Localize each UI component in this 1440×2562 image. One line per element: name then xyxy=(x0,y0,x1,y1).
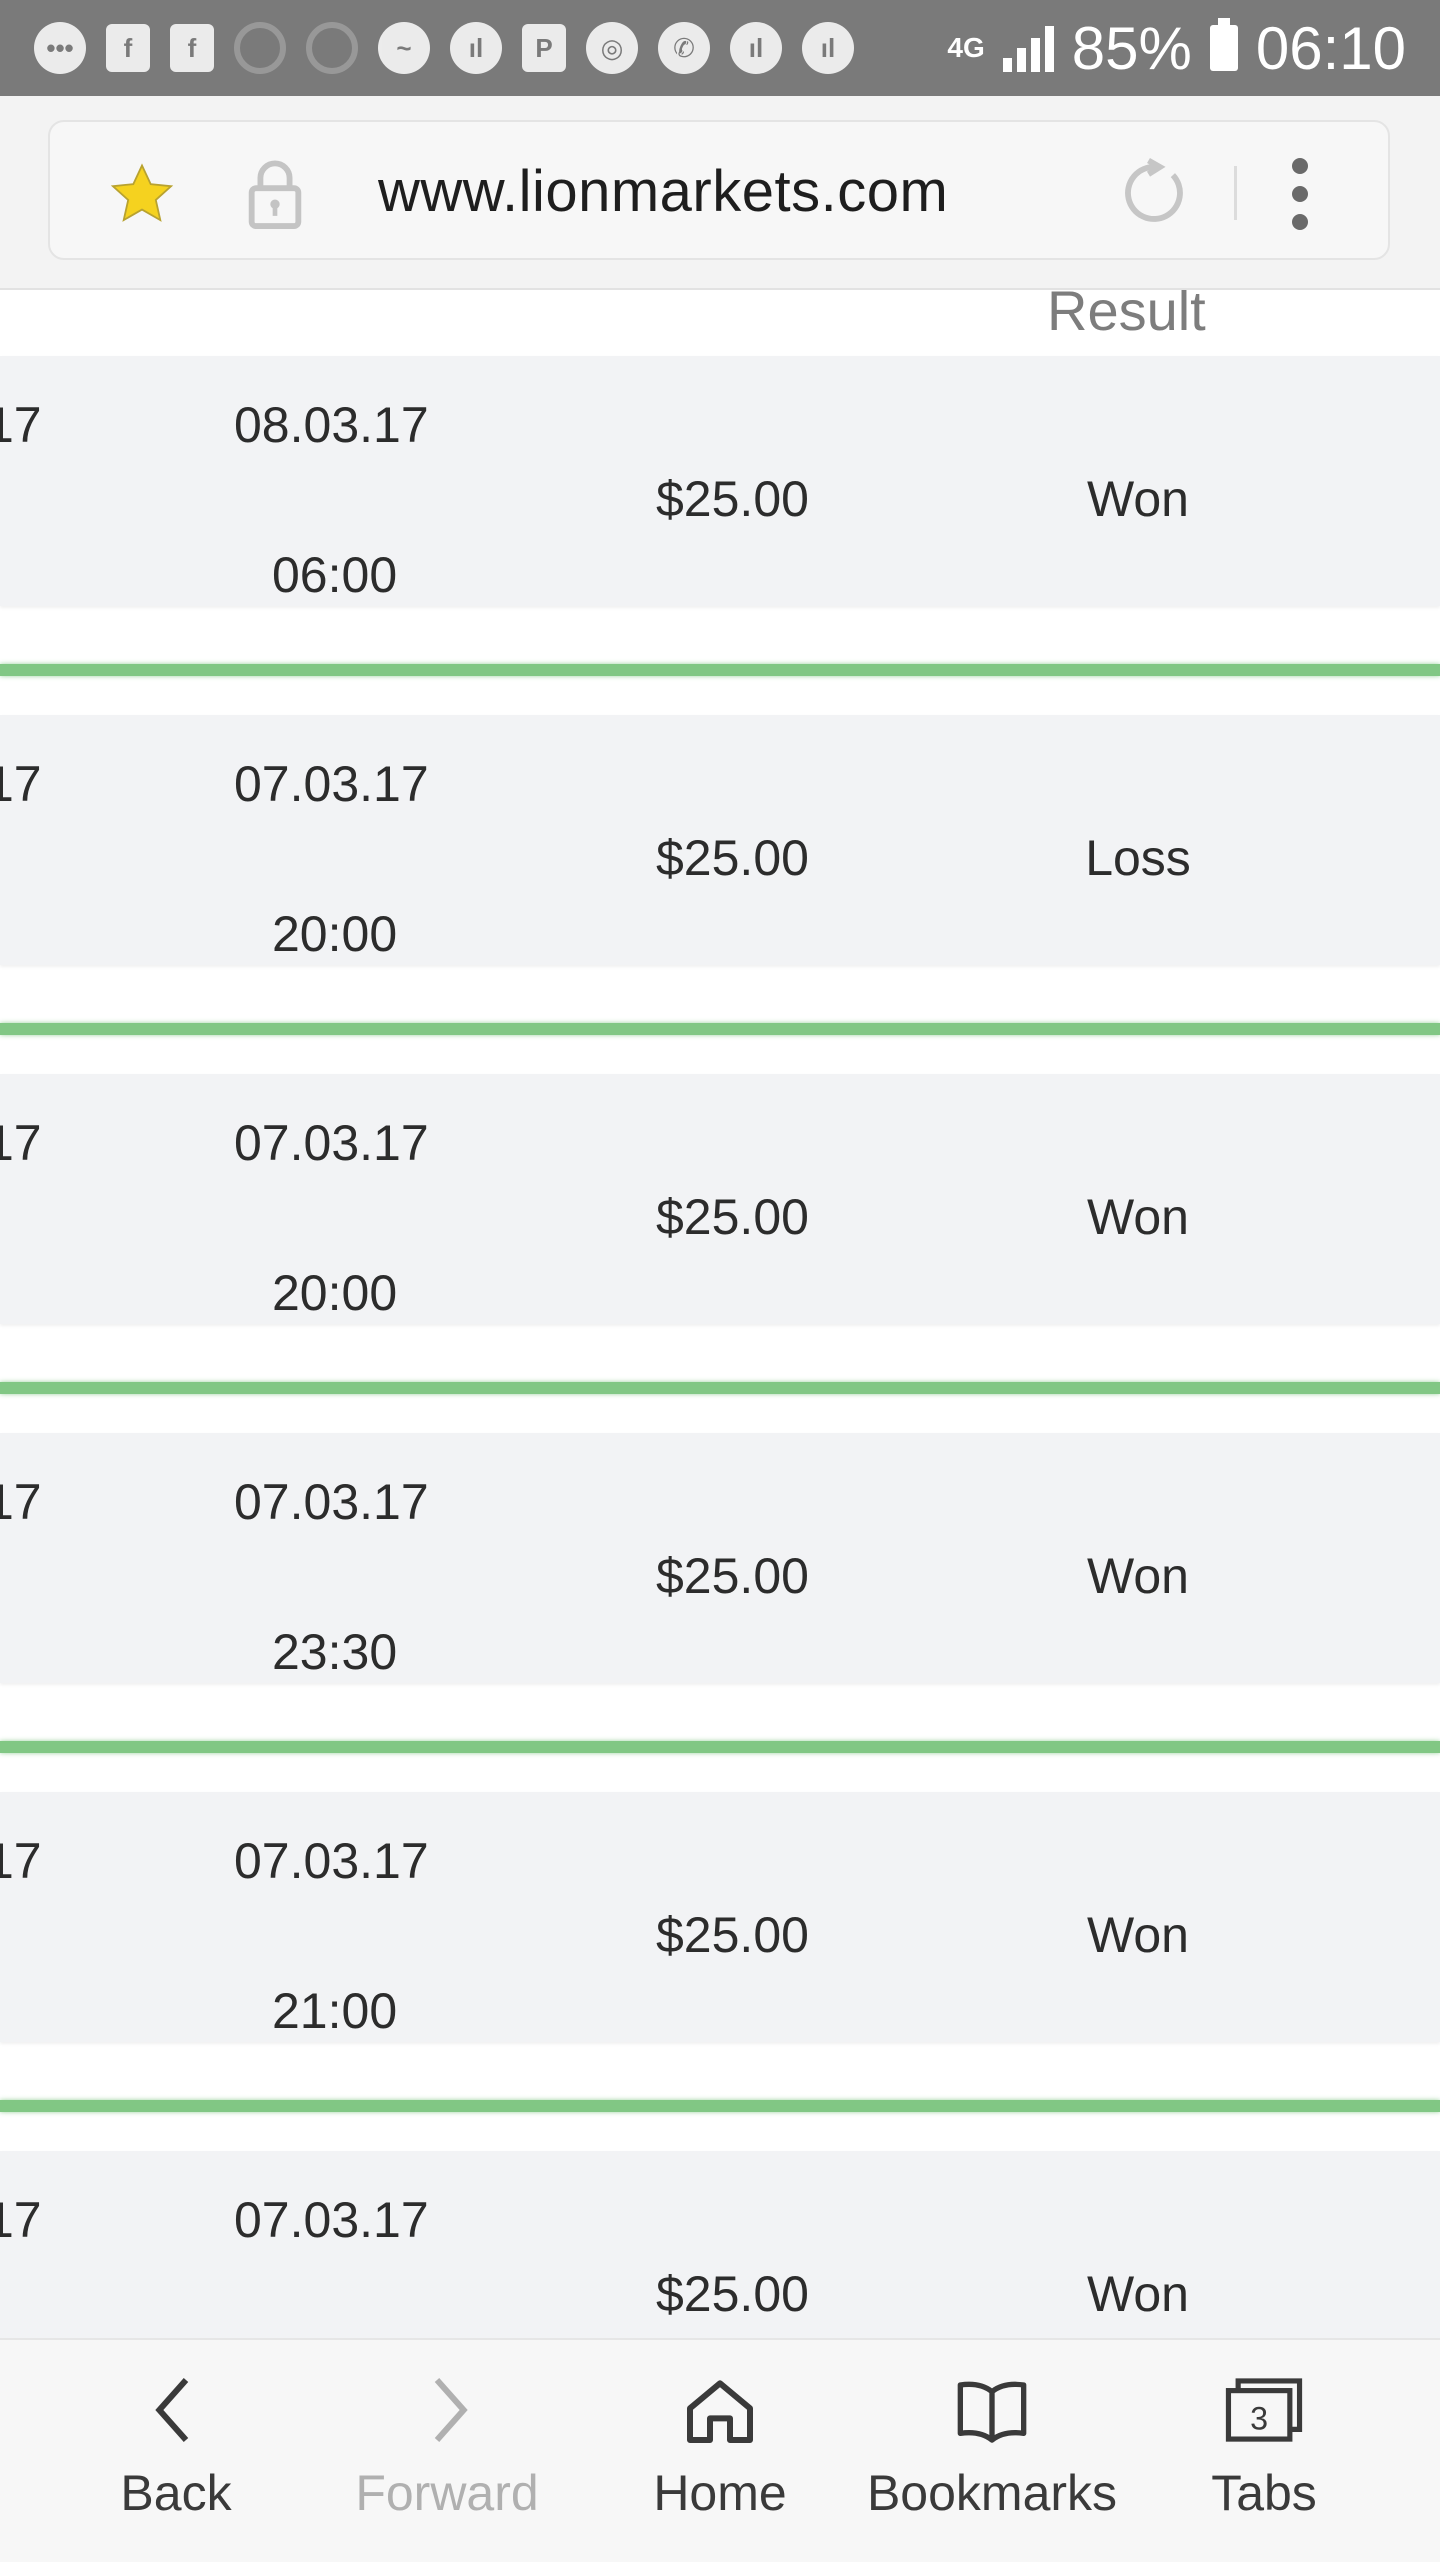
messenger-icon: ~ xyxy=(378,22,430,74)
row-separator xyxy=(0,1741,1440,1753)
start-date-cell: 17 xyxy=(0,1115,42,1171)
expiry-time-cell: 23:30 xyxy=(272,1624,398,1680)
start-date-cell: 17 xyxy=(0,1474,42,1530)
reload-icon[interactable] xyxy=(1116,154,1194,232)
row-separator xyxy=(0,1023,1440,1035)
lock-icon xyxy=(248,160,302,229)
table-row: 17 3 07.03.17 21:00 $25.00 Won xyxy=(0,1792,1440,2150)
result-cell: Loss xyxy=(1085,830,1191,886)
result-column-header: Result xyxy=(1047,288,1206,342)
system-indicators: 4G 85% 06:10 xyxy=(947,14,1406,83)
investment-cell: $25.00 xyxy=(656,471,809,527)
expiry-time-cell: 20:00 xyxy=(272,1265,398,1321)
row-card: 17 2 07.03.17 23:30 $25.00 Won xyxy=(0,1433,1440,1683)
expiry-date-cell: 07.03.17 xyxy=(234,1474,429,1530)
expiry-time-cell: 06:00 xyxy=(272,547,398,603)
start-date-cell: 17 xyxy=(0,397,42,453)
book-icon xyxy=(957,2381,1027,2443)
battery-icon xyxy=(1209,18,1238,71)
result-cell: Won xyxy=(1087,471,1189,527)
forward-button[interactable]: Forward xyxy=(307,2370,587,2550)
browser-toolbar: www.lionmarkets.com xyxy=(0,96,1440,290)
start-date-cell: 17 xyxy=(0,2192,42,2248)
clock: 06:10 xyxy=(1255,14,1406,82)
row-card: 17 07.03.17 $25.00 Won xyxy=(0,2151,1440,2338)
tabs-label: Tabs xyxy=(1211,2465,1317,2521)
home-button[interactable]: Home xyxy=(580,2370,860,2550)
row-card: 17 3 07.03.17 21:00 $25.00 Won xyxy=(0,1792,1440,2042)
row-separator xyxy=(0,664,1440,676)
signal-icon xyxy=(1002,24,1054,72)
address-bar[interactable]: www.lionmarkets.com xyxy=(48,120,1390,260)
row-separator xyxy=(0,1382,1440,1394)
bookmarks-label: Bookmarks xyxy=(866,2465,1118,2521)
start-date-cell: 17 xyxy=(0,1833,42,1889)
chart-icon: ıl xyxy=(730,22,782,74)
table-row: 17 07.03.17 $25.00 Won xyxy=(0,2151,1440,2338)
table-row: 17 2 08.03.17 06:00 $25.00 Won xyxy=(0,356,1440,714)
chart-icon: ıl xyxy=(802,22,854,74)
expiry-date-cell: 07.03.17 xyxy=(234,756,429,812)
investment-cell: $25.00 xyxy=(656,1907,809,1963)
tabs-icon: 3 xyxy=(1225,2378,1303,2442)
result-cell: Won xyxy=(1087,2266,1189,2322)
investment-cell: $25.00 xyxy=(656,2266,809,2322)
address-divider xyxy=(1234,166,1237,220)
row-card: 17 2 08.03.17 06:00 $25.00 Won xyxy=(0,356,1440,606)
notification-icons: ••• f f p p ~ ıl P ◎ ✆ ıl ıl xyxy=(34,22,854,74)
tabs-button[interactable]: 3 Tabs xyxy=(1124,2370,1404,2550)
start-date-cell: 17 xyxy=(0,756,42,812)
chevron-right-icon xyxy=(434,2378,468,2442)
result-cell: Won xyxy=(1087,1189,1189,1245)
home-icon xyxy=(687,2380,753,2443)
browser-bottom-nav: Back Forward Home Bookmarks 3 Tabs xyxy=(0,2338,1440,2562)
investment-cell: $25.00 xyxy=(656,1548,809,1604)
bookmarks-button[interactable]: Bookmarks xyxy=(852,2370,1132,2550)
battery-percent: 85% xyxy=(1071,14,1192,82)
expiry-time-cell: 21:00 xyxy=(272,1983,398,2039)
tabs-count: 3 xyxy=(1250,2400,1268,2436)
expiry-date-cell: 07.03.17 xyxy=(234,1115,429,1171)
row-card: 17 07.03.17 20:00 $25.00 Won xyxy=(0,1074,1440,1324)
whatsapp-icon: ✆ xyxy=(658,22,710,74)
table-header: Result xyxy=(0,288,1440,350)
table-row: 17 2 07.03.17 23:30 $25.00 Won xyxy=(0,1433,1440,1791)
table-row: 17 07.03.17 20:00 $25.00 Won xyxy=(0,1074,1440,1432)
message-icon: ••• xyxy=(34,22,86,74)
bookmark-star-icon[interactable] xyxy=(106,158,178,230)
expiry-time-cell: 20:00 xyxy=(272,906,398,962)
expiry-date-cell: 08.03.17 xyxy=(234,397,429,453)
investment-cell: $25.00 xyxy=(656,1189,809,1245)
chevron-left-icon xyxy=(155,2378,189,2442)
row-separator xyxy=(0,2100,1440,2112)
facebook-icon: f xyxy=(106,24,150,72)
network-type: 4G xyxy=(947,32,985,63)
facebook-icon: f xyxy=(170,24,214,72)
expiry-date-cell: 07.03.17 xyxy=(234,1833,429,1889)
forward-label: Forward xyxy=(355,2465,539,2521)
result-cell: Won xyxy=(1087,1907,1189,1963)
chart-icon: ıl xyxy=(450,22,502,74)
status-bar: ••• f f p p ~ ıl P ◎ ✆ ıl ıl 4G 85% 06:1… xyxy=(0,0,1440,96)
pinterest-icon: p xyxy=(234,22,286,74)
investment-cell: $25.00 xyxy=(656,830,809,886)
expiry-date-cell: 07.03.17 xyxy=(234,2192,429,2248)
result-cell: Won xyxy=(1087,1548,1189,1604)
url-text[interactable]: www.lionmarkets.com xyxy=(378,158,948,225)
overflow-menu-icon[interactable] xyxy=(1290,158,1310,230)
pinterest-icon: p xyxy=(306,22,358,74)
back-button[interactable]: Back xyxy=(36,2370,316,2550)
p-icon: P xyxy=(522,24,566,72)
chrome-icon: ◎ xyxy=(586,22,638,74)
back-label: Back xyxy=(120,2465,232,2521)
trade-history-table: Result 17 2 08.03.17 06:00 $25.00 Won 17… xyxy=(0,288,1440,2338)
home-label: Home xyxy=(653,2465,787,2521)
table-row: 17 7 07.03.17 20:00 $25.00 Loss xyxy=(0,715,1440,1073)
row-card: 17 7 07.03.17 20:00 $25.00 Loss xyxy=(0,715,1440,965)
